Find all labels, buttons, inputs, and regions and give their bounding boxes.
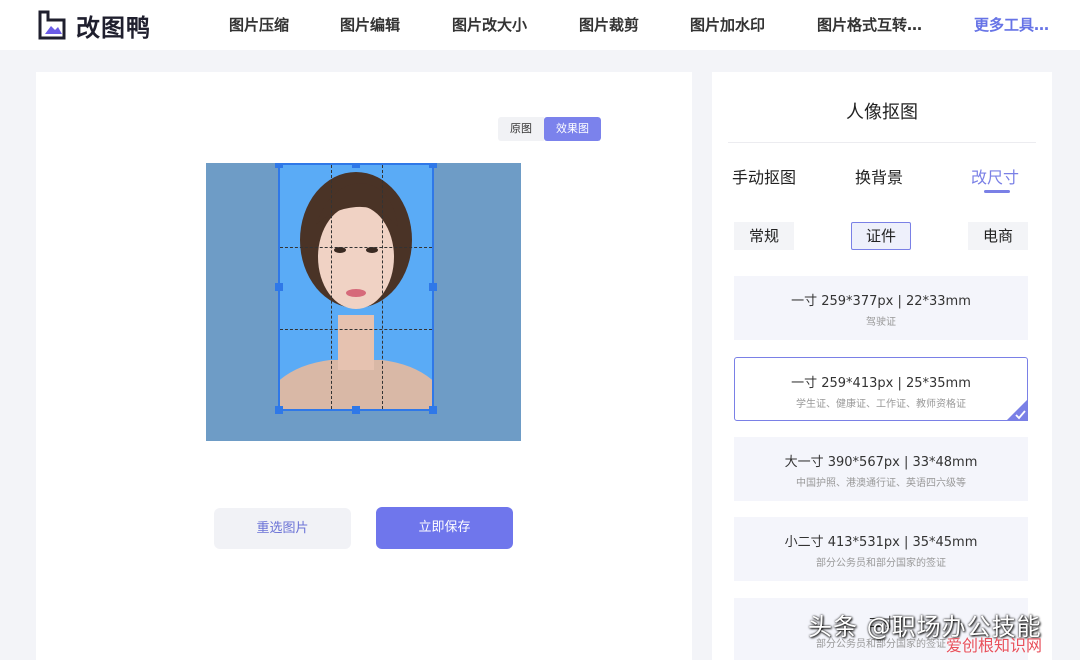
size-option-title: 一寸 259*377px | 22*33mm — [791, 294, 971, 309]
crop-handle-top[interactable] — [352, 163, 360, 168]
top-navbar: 改图鸭 图片压缩 图片编辑 图片改大小 图片裁剪 图片加水印 图片格式互转… 更… — [0, 0, 1080, 50]
editor-panel: 原图 效果图 重选图片 立即保存 — [36, 72, 692, 660]
size-option-usage: 部分公务员和部分国家的签证 — [816, 558, 946, 569]
nav-image-crop[interactable]: 图片裁剪 — [579, 14, 639, 35]
crop-grid-line — [382, 165, 383, 409]
crop-grid-line — [280, 329, 432, 330]
crop-grid-line — [331, 165, 332, 409]
logo[interactable]: 改图鸭 — [36, 8, 151, 43]
subtab-ecommerce[interactable]: 电商 — [968, 222, 1028, 250]
size-option-title: 小二寸 413*531px | 35*45mm — [784, 535, 978, 550]
size-option-usage: 中国护照、港澳通行证、英语四六级等 — [796, 478, 966, 489]
crop-handle-top-left[interactable] — [275, 163, 283, 168]
effect-view-button[interactable]: 效果图 — [544, 117, 601, 141]
size-option-selected[interactable]: 一寸 259*413px | 25*35mm 学生证、健康证、工作证、教师资格证 — [734, 357, 1028, 421]
size-option-usage: 驾驶证 — [866, 317, 896, 328]
crop-handle-bottom[interactable] — [352, 406, 360, 414]
tab-resize[interactable]: 改尺寸 — [971, 164, 1019, 188]
crop-handle-left[interactable] — [275, 283, 283, 291]
divider — [728, 142, 1036, 143]
watermark-subtext: 爱创根知识网 — [946, 636, 1043, 655]
nav-image-format-convert[interactable]: 图片格式互转… — [817, 14, 922, 35]
crop-grid-line — [280, 247, 432, 248]
portrait-person — [280, 172, 432, 409]
active-tab-indicator — [984, 190, 1010, 193]
reselect-image-button[interactable]: 重选图片 — [214, 508, 351, 549]
nav-more-tools[interactable]: 更多工具… — [974, 14, 1049, 35]
size-option-title: 一寸 259*413px | 25*35mm — [791, 376, 971, 391]
view-toggle: 原图 效果图 — [498, 117, 601, 141]
size-option-usage: 学生证、健康证、工作证、教师资格证 — [796, 399, 966, 410]
settings-panel: 人像抠图 手动抠图 换背景 改尺寸 常规 证件 电商 一寸 259*377px … — [712, 72, 1052, 660]
size-option[interactable]: 一寸 259*377px | 22*33mm 驾驶证 — [734, 276, 1028, 340]
nav-image-watermark[interactable]: 图片加水印 — [690, 14, 765, 35]
save-now-button[interactable]: 立即保存 — [376, 507, 513, 549]
tab-manual-cutout[interactable]: 手动抠图 — [732, 164, 796, 188]
portrait-photo — [206, 163, 521, 441]
crop-handle-top-right[interactable] — [429, 163, 437, 168]
panel-title: 人像抠图 — [846, 102, 918, 123]
logo-text: 改图鸭 — [76, 14, 151, 42]
size-option[interactable]: 大一寸 390*567px | 33*48mm 中国护照、港澳通行证、英语四六级… — [734, 437, 1028, 501]
crop-handle-bottom-left[interactable] — [275, 406, 283, 414]
original-view-button[interactable]: 原图 — [498, 117, 544, 141]
size-option-title: 大一寸 390*567px | 33*48mm — [784, 455, 978, 470]
subtab-id-photo[interactable]: 证件 — [851, 222, 911, 250]
size-option[interactable]: 小二寸 413*531px | 35*45mm 部分公务员和部分国家的签证 — [734, 517, 1028, 581]
crop-handle-right[interactable] — [429, 283, 437, 291]
crop-box[interactable] — [275, 163, 437, 414]
nav-image-resize[interactable]: 图片改大小 — [452, 14, 527, 35]
subtab-regular[interactable]: 常规 — [734, 222, 794, 250]
nav-image-edit[interactable]: 图片编辑 — [340, 14, 400, 35]
checkmark-icon — [1006, 399, 1028, 421]
nav-image-compress[interactable]: 图片压缩 — [229, 14, 289, 35]
tab-change-background[interactable]: 换背景 — [855, 164, 903, 188]
logo-icon — [36, 10, 68, 42]
crop-handle-bottom-right[interactable] — [429, 406, 437, 414]
